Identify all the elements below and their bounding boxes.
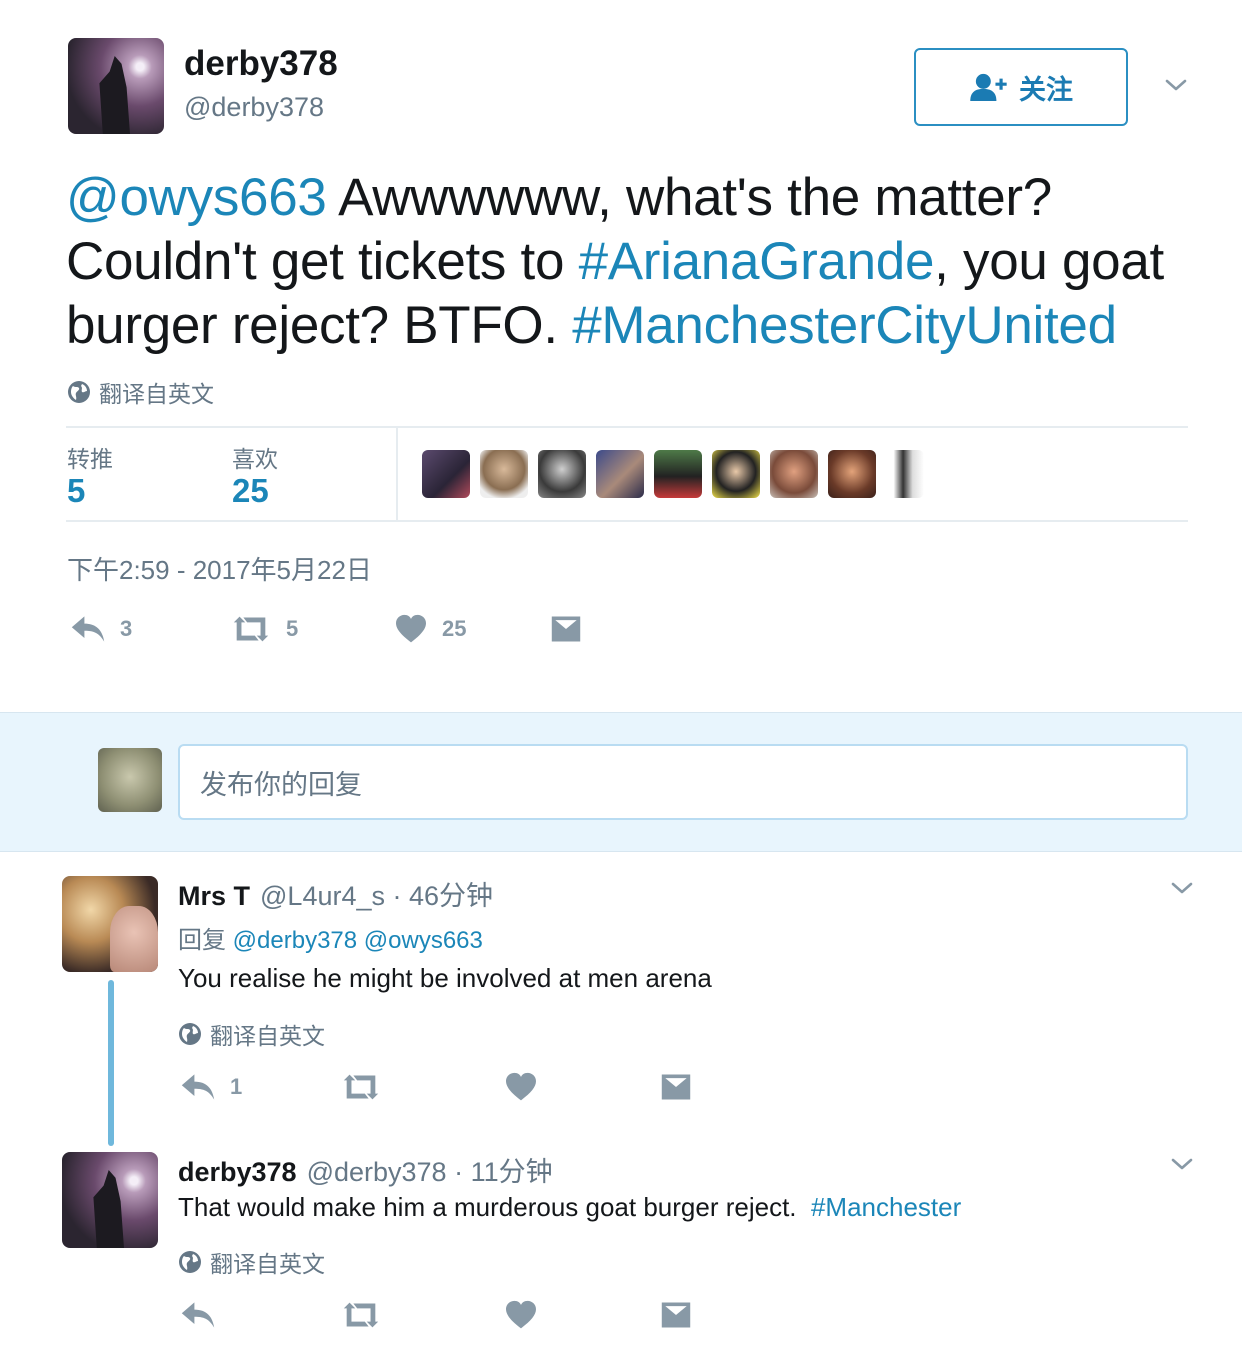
author-avatar[interactable]: [68, 38, 164, 134]
liker-avatar[interactable]: [422, 450, 470, 498]
reply-input[interactable]: 发布你的回复: [178, 744, 1188, 820]
liker-avatar[interactable]: [828, 450, 876, 498]
reply-icon: [180, 1300, 216, 1330]
reply-handle-time[interactable]: @derby378 · 11分钟: [307, 1150, 553, 1189]
thread-line: [108, 980, 114, 1146]
envelope-icon: [550, 614, 582, 644]
liker-avatar[interactable]: [538, 450, 586, 498]
retweet-icon: [340, 1072, 382, 1102]
translate-link[interactable]: 翻译自英文: [178, 1245, 325, 1279]
chevron-down-icon[interactable]: [1170, 876, 1194, 900]
likes-label: 喜欢: [232, 446, 278, 472]
current-user-avatar: [98, 748, 162, 812]
heart-icon: [394, 614, 428, 644]
follow-icon: [969, 73, 1007, 101]
reply-author-name[interactable]: Mrs T: [178, 881, 250, 912]
globe-icon: [178, 1022, 202, 1046]
author-handle[interactable]: @derby378: [184, 92, 324, 123]
reply-count: 1: [230, 1074, 243, 1099]
envelope-icon: [660, 1072, 692, 1102]
reply-icon: [70, 614, 106, 644]
translate-link[interactable]: 翻译自英文: [178, 1017, 325, 1051]
hashtag-link[interactable]: #ManchesterCityUnited: [572, 296, 1117, 355]
like-count: 25: [442, 616, 467, 641]
retweet-icon: [230, 614, 272, 644]
follow-label: 关注: [1019, 74, 1073, 105]
reply-header: derby378 @derby378 · 11分钟: [178, 1150, 553, 1189]
mention-link[interactable]: @owys663: [66, 168, 327, 227]
reply-handle-time[interactable]: @L4ur4_s · 46分钟: [260, 874, 493, 913]
reply-placeholder: 发布你的回复: [200, 769, 362, 800]
envelope-icon: [660, 1300, 692, 1330]
reply-avatar[interactable]: [62, 1152, 158, 1248]
divider: [66, 426, 1188, 428]
replying-to-label: 回复: [178, 927, 226, 954]
author-display-name[interactable]: derby378: [184, 44, 338, 84]
reply-header: Mrs T @L4ur4_s · 46分钟: [178, 874, 493, 913]
heart-icon: [504, 1300, 538, 1330]
liker-avatar[interactable]: [480, 450, 528, 498]
retweet-action[interactable]: [340, 1300, 382, 1330]
message-action[interactable]: [550, 614, 582, 644]
translate-link[interactable]: 翻译自英文: [67, 375, 214, 409]
tweet-timestamp[interactable]: 下午2:59 - 2017年5月22日: [67, 550, 372, 587]
reply-avatar[interactable]: [62, 876, 158, 972]
reply-text: That would make him a murderous goat bur…: [178, 1192, 961, 1223]
divider: [396, 428, 398, 520]
chevron-down-icon[interactable]: [1170, 1152, 1194, 1176]
retweet-count: 5: [286, 616, 299, 641]
translate-label: 翻译自英文: [99, 381, 214, 407]
hashtag-link[interactable]: #Manchester: [811, 1192, 961, 1222]
retweet-action[interactable]: 5: [230, 614, 298, 644]
chevron-down-icon[interactable]: [1164, 73, 1188, 97]
reply-text-body: That would make him a murderous goat bur…: [178, 1192, 811, 1222]
like-action[interactable]: [504, 1072, 538, 1102]
translate-label: 翻译自英文: [210, 1251, 325, 1277]
divider: [66, 520, 1188, 522]
reply-action[interactable]: 1: [180, 1072, 242, 1102]
reply-action[interactable]: 3: [70, 614, 132, 644]
reply-author-name[interactable]: derby378: [178, 1157, 297, 1188]
retweets-count[interactable]: 5: [67, 472, 85, 510]
retweet-action[interactable]: [340, 1072, 382, 1102]
reply-text: You realise he might be involved at men …: [178, 963, 712, 993]
liker-avatar[interactable]: [654, 450, 702, 498]
liker-avatar[interactable]: [596, 450, 644, 498]
tweet-text: @owys663 Awwwwww, what's the matter? Cou…: [66, 166, 1186, 358]
reply-icon: [180, 1072, 216, 1102]
globe-icon: [67, 380, 91, 404]
reply-count: 3: [120, 616, 133, 641]
message-action[interactable]: [660, 1072, 692, 1102]
liker-avatar[interactable]: [712, 450, 760, 498]
replying-to: 回复 @derby378 @owys663: [178, 920, 483, 955]
hashtag-link[interactable]: #ArianaGrande: [579, 232, 935, 291]
likes-count[interactable]: 25: [232, 472, 269, 510]
heart-icon: [504, 1072, 538, 1102]
replying-to-mentions[interactable]: @derby378 @owys663: [233, 927, 483, 954]
globe-icon: [178, 1250, 202, 1274]
like-action[interactable]: [504, 1300, 538, 1330]
liker-avatar[interactable]: [770, 450, 818, 498]
translate-label: 翻译自英文: [210, 1023, 325, 1049]
follow-button[interactable]: 关注: [914, 48, 1128, 126]
liker-avatar[interactable]: [886, 450, 924, 498]
like-action[interactable]: 25: [394, 614, 466, 644]
retweet-icon: [340, 1300, 382, 1330]
message-action[interactable]: [660, 1300, 692, 1330]
reply-action[interactable]: [180, 1300, 216, 1330]
retweets-label: 转推: [67, 446, 113, 472]
